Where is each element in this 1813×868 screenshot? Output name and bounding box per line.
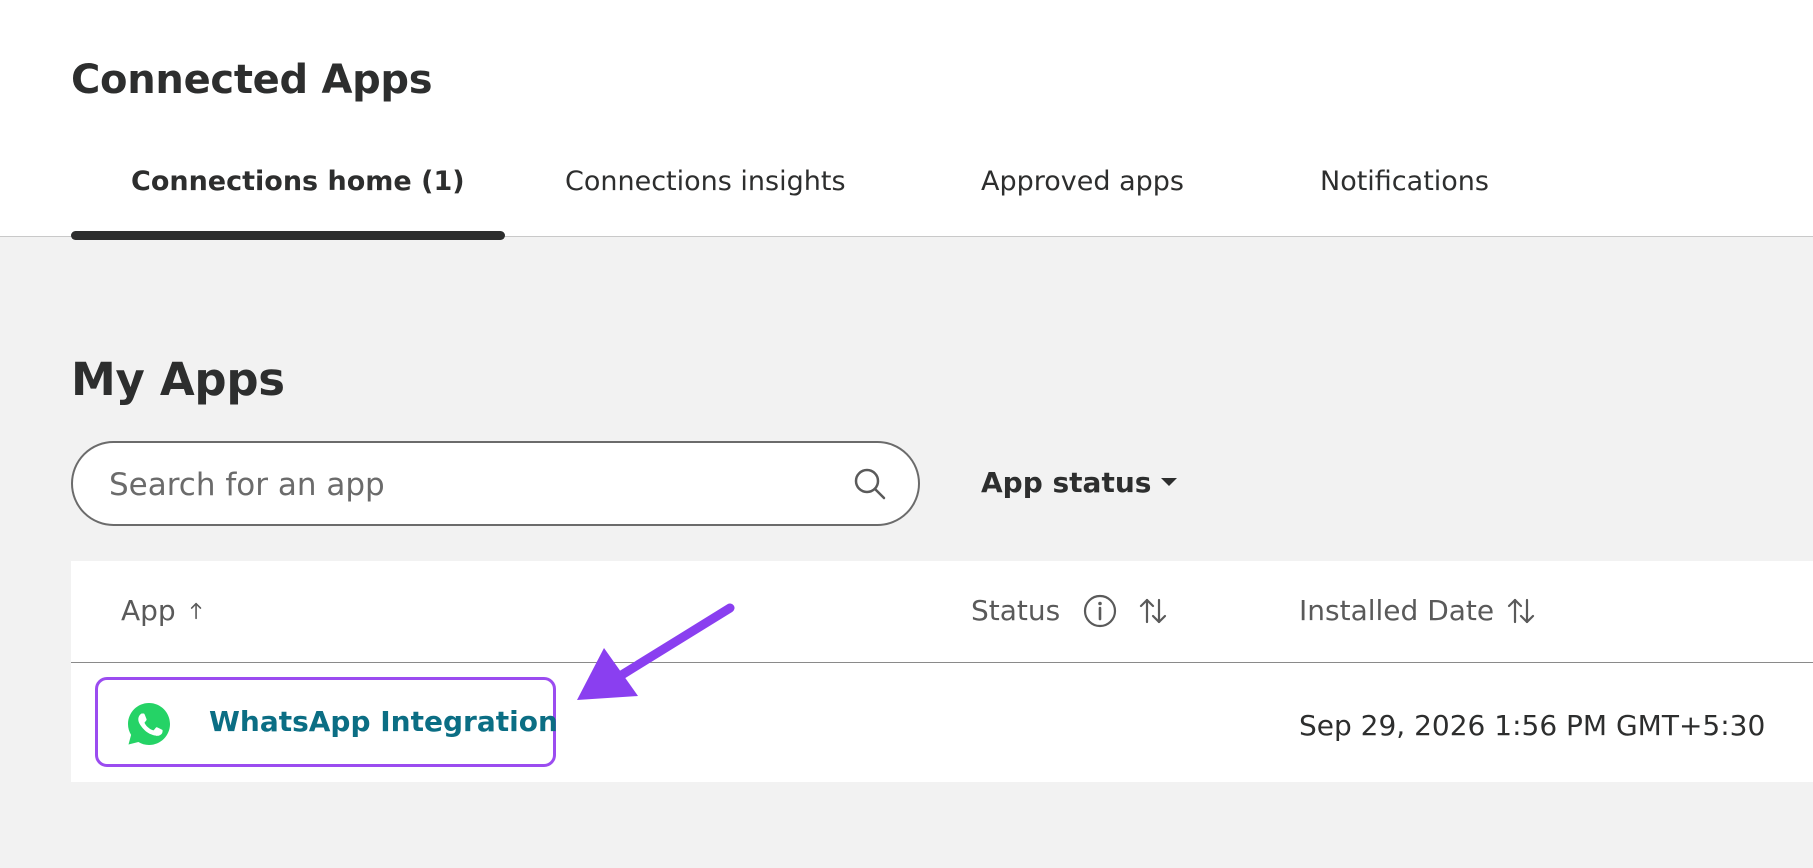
active-tab-indicator — [71, 231, 505, 240]
search-input[interactable] — [107, 457, 811, 513]
tab-connections-insights[interactable]: Connections insights — [565, 164, 846, 200]
app-status-label: App status — [981, 466, 1152, 499]
column-header-installed-date[interactable]: Installed Date — [1299, 593, 1536, 629]
column-header-status-label: Status — [971, 594, 1061, 627]
app-status-dropdown[interactable]: App status — [981, 465, 1178, 501]
sort-icon[interactable] — [1506, 595, 1536, 627]
tab-approved-apps[interactable]: Approved apps — [981, 164, 1184, 200]
column-header-app-label: App — [121, 594, 176, 627]
installed-date-cell: Sep 29, 2026 1:56 PM GMT+5:30 — [1299, 709, 1766, 742]
page-header: Connected Apps Connections home (1) Conn… — [0, 0, 1813, 240]
apps-table: App Status Installed Date WhatsApp Integ… — [71, 561, 1813, 782]
search-box[interactable] — [71, 441, 920, 526]
info-icon[interactable] — [1082, 593, 1118, 629]
table-header-row: App Status Installed Date — [71, 561, 1813, 663]
column-header-installed-date-label: Installed Date — [1299, 594, 1495, 627]
tab-connections-home[interactable]: Connections home (1) — [131, 164, 465, 200]
arrow-up-icon — [190, 602, 201, 620]
tab-bar: Connections home (1) Connections insight… — [0, 150, 1813, 240]
search-icon[interactable] — [852, 466, 888, 502]
column-header-app[interactable]: App — [121, 593, 210, 629]
tab-notifications[interactable]: Notifications — [1320, 164, 1489, 200]
app-name[interactable]: WhatsApp Integration — [209, 704, 558, 740]
whatsapp-icon — [128, 703, 170, 745]
section-title: My Apps — [71, 353, 285, 406]
app-link-whatsapp-integration[interactable]: WhatsApp Integration — [95, 677, 558, 767]
column-header-status[interactable]: Status — [971, 593, 1168, 629]
page-title: Connected Apps — [71, 57, 433, 103]
sort-icon[interactable] — [1138, 595, 1168, 627]
chevron-down-icon — [1161, 478, 1178, 486]
